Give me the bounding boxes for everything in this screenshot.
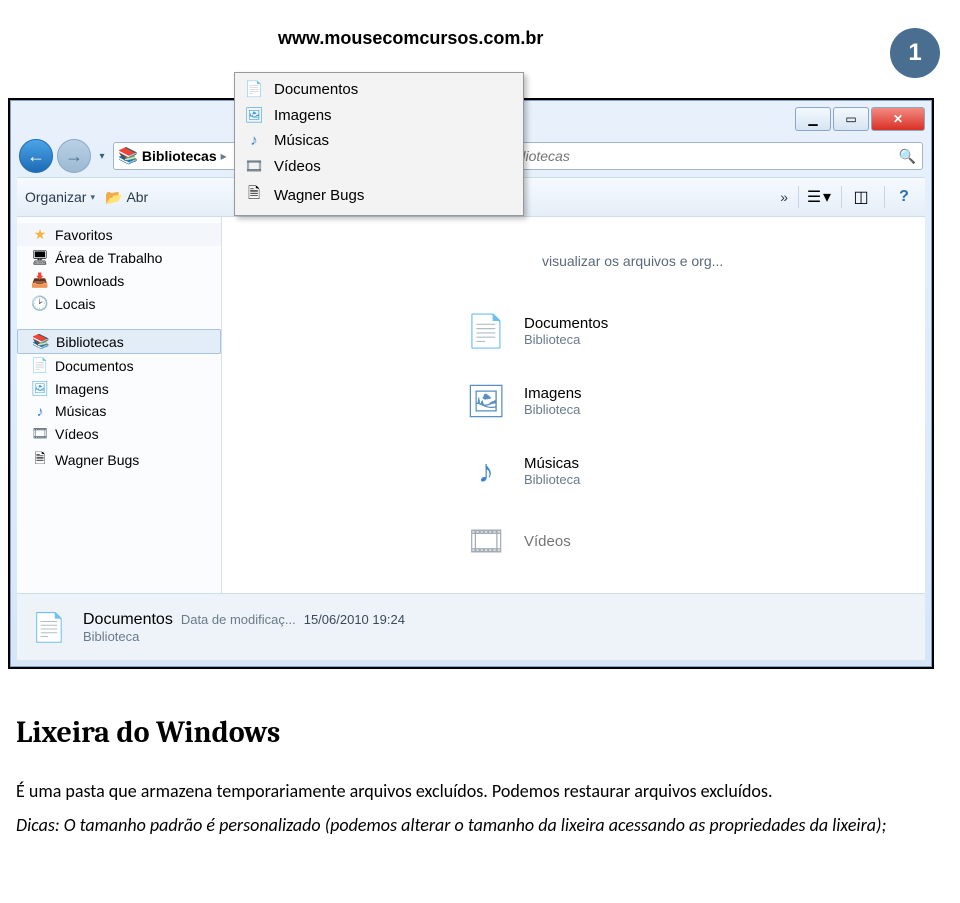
maximize-button[interactable]: ▭ <box>833 107 869 131</box>
desktop-icon: 🖥 <box>31 249 49 266</box>
minimize-button[interactable]: ▁ <box>795 107 831 131</box>
chevron-down-icon: ▾ <box>90 192 95 203</box>
organize-button[interactable]: Organizar▾ <box>25 189 95 205</box>
breadcrumb-label[interactable]: Bibliotecas <box>142 148 217 164</box>
downloads-icon: 📥 <box>31 272 49 289</box>
details-item-type: Biblioteca <box>83 629 405 644</box>
view-icon: ☰ <box>805 186 823 208</box>
nav-forward-button[interactable]: → <box>57 139 91 173</box>
page-number-badge: 1 <box>890 28 940 78</box>
navigation-pane: ★ Favoritos 🖥 Área de Trabalho 📥 Downloa… <box>17 217 222 593</box>
chevron-right-icon[interactable]: ▸ <box>221 149 227 163</box>
article-paragraph-1: É uma pasta que armazena temporariamente… <box>16 778 944 806</box>
dropdown-item-documents[interactable]: 📄 Documentos <box>238 76 520 102</box>
nav-history-dropdown[interactable]: ▾ <box>95 149 109 163</box>
library-item-documents[interactable]: 📄 Documentos Biblioteca <box>460 305 917 357</box>
sidebar-item-desktop[interactable]: 🖥 Área de Trabalho <box>17 246 221 269</box>
sidebar-item-videos[interactable]: 🎞 Vídeos <box>17 422 221 445</box>
dropdown-item-images[interactable]: 🖼 Imagens <box>238 102 520 128</box>
details-item-name: Documentos <box>83 611 173 629</box>
sidebar-libraries-header[interactable]: 📚 Bibliotecas <box>17 329 221 354</box>
search-icon: 🔍 <box>899 148 916 165</box>
article-heading: Lixeira do Windows <box>16 715 944 750</box>
details-pane: 📄 Documentos Data de modificaç... 15/06/… <box>17 593 925 660</box>
breadcrumb-dropdown-menu: 📄 Documentos 🖼 Imagens ♪ Músicas 🎞 Vídeo… <box>234 72 524 216</box>
libraries-icon: 📚 <box>32 333 50 350</box>
doc-url: www.mousecomcursos.com.br <box>278 28 543 49</box>
help-button[interactable]: ? <box>884 186 917 208</box>
document-icon: 📄 <box>31 357 49 374</box>
details-modified-value: 15/06/2010 19:24 <box>304 612 405 627</box>
preview-pane-icon: ◫ <box>853 187 868 207</box>
dropdown-item-music[interactable]: ♪ Músicas <box>238 128 520 153</box>
video-icon: 🎞 <box>31 425 49 442</box>
music-icon: ♪ <box>31 403 49 419</box>
main-content: visualizar os arquivos e org... 📄 Docume… <box>222 217 925 593</box>
folder-icon: 📂 <box>105 189 122 206</box>
sidebar-item-wagner-bugs[interactable]: 🗎 Wagner Bugs <box>17 445 221 475</box>
dropdown-item-videos[interactable]: 🎞 Vídeos <box>238 153 520 179</box>
preview-pane-button[interactable]: ◫ <box>841 186 874 208</box>
document-icon: 📄 <box>27 605 71 649</box>
picture-icon: 🖼 <box>244 106 264 124</box>
view-mode-button[interactable]: ☰▾ <box>798 186 831 208</box>
music-icon: ♪ <box>460 445 512 497</box>
library-icon: 🗎 <box>244 183 264 208</box>
document-icon: 📄 <box>460 305 512 357</box>
dropdown-item-wagner-bugs[interactable]: 🗎 Wagner Bugs <box>238 179 520 212</box>
document-icon: 📄 <box>244 80 264 98</box>
music-icon: ♪ <box>244 132 264 149</box>
picture-icon: 🖼 <box>460 375 512 427</box>
open-button[interactable]: 📂 Abr <box>105 189 148 206</box>
library-item-videos[interactable]: 🎞 Vídeos <box>460 515 917 567</box>
article-paragraph-tips: Dicas: O tamanho padrão é personalizado … <box>16 812 944 840</box>
recent-icon: 🕑 <box>31 295 49 312</box>
sidebar-item-music[interactable]: ♪ Músicas <box>17 400 221 422</box>
help-icon: ? <box>899 188 909 206</box>
folder-hint-text: visualizar os arquivos e org... <box>542 253 723 269</box>
sidebar-item-recent[interactable]: 🕑 Locais <box>17 292 221 315</box>
explorer-screenshot: ▁ ▭ ✕ ← → ▾ 📚 Bibliotecas ▸ ▾ ↻ <box>8 98 934 669</box>
sidebar-item-downloads[interactable]: 📥 Downloads <box>17 269 221 292</box>
library-icon: 🗎 <box>31 448 49 472</box>
picture-icon: 🖼 <box>31 380 49 397</box>
libraries-icon: 📚 <box>118 146 138 166</box>
sidebar-favorites-header[interactable]: ★ Favoritos <box>17 223 221 246</box>
library-item-images[interactable]: 🖼 Imagens Biblioteca <box>460 375 917 427</box>
video-icon: 🎞 <box>244 157 264 175</box>
nav-back-button[interactable]: ← <box>19 139 53 173</box>
details-modified-label: Data de modificaç... <box>181 612 296 627</box>
sidebar-item-images[interactable]: 🖼 Imagens <box>17 377 221 400</box>
overflow-chevron[interactable]: » <box>780 189 788 205</box>
star-icon: ★ <box>31 226 49 243</box>
sidebar-item-documents[interactable]: 📄 Documentos <box>17 354 221 377</box>
close-button[interactable]: ✕ <box>871 107 925 131</box>
library-item-music[interactable]: ♪ Músicas Biblioteca <box>460 445 917 497</box>
video-icon: 🎞 <box>460 515 512 567</box>
